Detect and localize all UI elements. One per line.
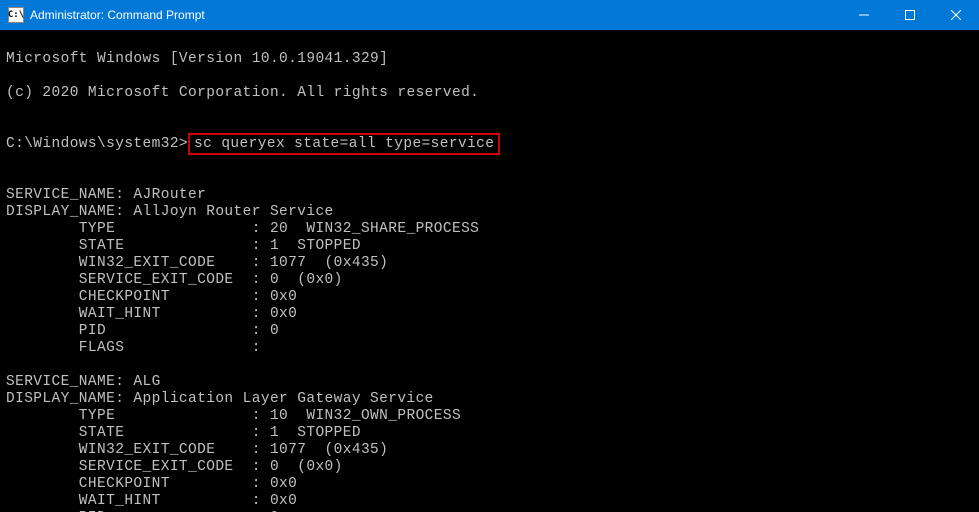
close-button[interactable] <box>933 0 979 30</box>
output-line: STATE : 1 STOPPED <box>6 425 973 442</box>
output-line: WAIT_HINT : 0x0 <box>6 493 973 510</box>
terminal-output[interactable]: Microsoft Windows [Version 10.0.19041.32… <box>0 30 979 512</box>
output-line: FLAGS : <box>6 340 973 357</box>
version-line: Microsoft Windows [Version 10.0.19041.32… <box>6 51 973 68</box>
output-line: SERVICE_EXIT_CODE : 0 (0x0) <box>6 272 973 289</box>
output-line: TYPE : 20 WIN32_SHARE_PROCESS <box>6 221 973 238</box>
service-block: SERVICE_NAME: AJRouterDISPLAY_NAME: AllJ… <box>6 187 973 357</box>
output-line: WIN32_EXIT_CODE : 1077 (0x435) <box>6 255 973 272</box>
output-line: WIN32_EXIT_CODE : 1077 (0x435) <box>6 442 973 459</box>
copyright-line: (c) 2020 Microsoft Corporation. All righ… <box>6 85 973 102</box>
output-line: CHECKPOINT : 0x0 <box>6 476 973 493</box>
prompt-path: C:\Windows\system32> <box>6 136 188 152</box>
window-title: Administrator: Command Prompt <box>30 8 205 22</box>
output-line: SERVICE_NAME: ALG <box>6 374 973 391</box>
output-line: DISPLAY_NAME: Application Layer Gateway … <box>6 391 973 408</box>
output-line: STATE : 1 STOPPED <box>6 238 973 255</box>
service-block: SERVICE_NAME: ALGDISPLAY_NAME: Applicati… <box>6 374 973 512</box>
cmd-icon: C:\ <box>8 7 24 23</box>
output-line: CHECKPOINT : 0x0 <box>6 289 973 306</box>
output-line: WAIT_HINT : 0x0 <box>6 306 973 323</box>
output-line: PID : 0 <box>6 323 973 340</box>
output-line: SERVICE_EXIT_CODE : 0 (0x0) <box>6 459 973 476</box>
prompt-line: C:\Windows\system32>sc queryex state=all… <box>6 136 973 153</box>
command-prompt-window: C:\ Administrator: Command Prompt Micros… <box>0 0 979 512</box>
output-line: SERVICE_NAME: AJRouter <box>6 187 973 204</box>
output-line: TYPE : 10 WIN32_OWN_PROCESS <box>6 408 973 425</box>
minimize-button[interactable] <box>841 0 887 30</box>
output-line: DISPLAY_NAME: AllJoyn Router Service <box>6 204 973 221</box>
maximize-button[interactable] <box>887 0 933 30</box>
titlebar[interactable]: C:\ Administrator: Command Prompt <box>0 0 979 30</box>
command-highlight: sc queryex state=all type=service <box>188 133 500 155</box>
